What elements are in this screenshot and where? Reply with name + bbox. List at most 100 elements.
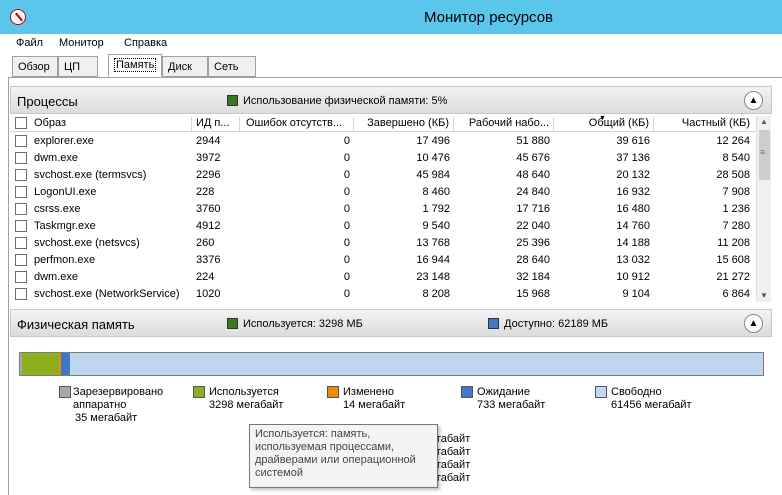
available-legend-swatch — [488, 318, 499, 329]
tab-network[interactable]: Сеть — [208, 56, 256, 77]
cell-working-set: 22 040 — [516, 220, 550, 232]
cell-private: 6 864 — [722, 288, 750, 300]
free-swatch — [595, 386, 607, 398]
row-checkbox[interactable] — [15, 271, 27, 283]
hidden-legend-text: габайт — [437, 446, 471, 458]
row-checkbox[interactable] — [15, 152, 27, 164]
menu-file[interactable]: Файл — [16, 37, 43, 49]
reserved-text-3: 35 мегабайт — [75, 412, 138, 424]
table-row[interactable]: explorer.exe 2944 0 17 496 51 880 39 616 12 26… — [10, 133, 756, 150]
reserved-swatch — [59, 386, 71, 398]
memory-segment-free[interactable] — [69, 353, 763, 375]
window-title: Монитор ресурсов — [423, 9, 554, 26]
cell-pid: 224 — [196, 271, 215, 283]
available-label: Доступно: 62189 МБ — [504, 318, 609, 330]
cell-hard-faults: 0 — [343, 237, 350, 249]
cell-commit: 1 792 — [422, 203, 450, 215]
row-checkbox[interactable] — [15, 135, 27, 147]
tab-memory[interactable]: Память — [108, 54, 162, 77]
cell-private: 12 264 — [716, 135, 750, 147]
cell-commit: 17 496 — [416, 135, 450, 147]
cell-private: 7 280 — [722, 220, 750, 232]
cell-working-set: 15 968 — [516, 288, 550, 300]
col-image[interactable]: Образ — [30, 117, 192, 131]
physical-memory-header[interactable]: Физическая память Используется: 3298 МБ … — [10, 309, 772, 337]
col-hard-faults[interactable]: Ошибок отсутств... — [242, 117, 354, 131]
cell-pid: 3972 — [196, 152, 221, 164]
table-row[interactable]: svchost.exe (termsvcs) 2296 0 45 984 48 640 2… — [10, 167, 756, 184]
tab-overview[interactable]: Обзор — [12, 56, 58, 77]
col-commit[interactable]: Завершено (КБ) — [354, 117, 454, 131]
col-private[interactable]: Частный (КБ) — [654, 117, 754, 131]
used-text-1: Используется — [209, 386, 279, 398]
cell-image: perfmon.exe — [34, 254, 96, 266]
cell-hard-faults: 0 — [343, 220, 350, 232]
table-row[interactable]: Taskmgr.exe 4912 0 9 540 22 040 14 760 7 280 — [10, 218, 756, 235]
collapse-memory-button[interactable]: ▲ — [744, 314, 763, 333]
select-all-checkbox[interactable] — [15, 117, 27, 129]
sort-desc-icon: ▼ — [599, 116, 606, 122]
row-checkbox[interactable] — [15, 186, 27, 198]
row-checkbox[interactable] — [15, 169, 27, 181]
cell-private: 8 540 — [722, 152, 750, 164]
processes-title: Процессы — [17, 94, 78, 109]
cell-commit: 8 208 — [422, 288, 450, 300]
row-checkbox[interactable] — [15, 288, 27, 300]
reserved-text-2: аппаратно — [73, 399, 127, 411]
menu-monitor[interactable]: Монитор — [59, 37, 104, 49]
table-row[interactable]: LogonUI.exe 228 0 8 460 24 840 16 932 7 908 — [10, 184, 756, 201]
cell-working-set: 48 640 — [516, 169, 550, 181]
table-row[interactable]: svchost.exe (NetworkService) 1020 0 8 208 15… — [10, 286, 756, 302]
cell-private: 21 272 — [716, 271, 750, 283]
cell-hard-faults: 0 — [343, 203, 350, 215]
table-row[interactable]: perfmon.exe 3376 0 16 944 28 640 13 032 15 608 — [10, 252, 756, 269]
cell-pid: 260 — [196, 237, 215, 249]
cell-shareable: 39 616 — [616, 135, 650, 147]
processes-scrollbar[interactable]: ▲ ≡ ▼ — [756, 116, 771, 302]
tab-disk[interactable]: Диск — [162, 56, 208, 77]
cell-hard-faults: 0 — [343, 254, 350, 266]
menu-help[interactable]: Справка — [124, 37, 167, 49]
cell-hard-faults: 0 — [343, 169, 350, 181]
cell-shareable: 16 480 — [616, 203, 650, 215]
row-checkbox[interactable] — [15, 203, 27, 215]
cell-working-set: 24 840 — [516, 186, 550, 198]
cell-commit: 10 476 — [416, 152, 450, 164]
cell-private: 15 608 — [716, 254, 750, 266]
table-row[interactable]: dwm.exe 3972 0 10 476 45 676 37 136 8 540 — [10, 150, 756, 167]
col-working-set[interactable]: Рабочий набо... — [454, 117, 554, 131]
table-row[interactable]: csrss.exe 3760 0 1 792 17 716 16 480 1 236 — [10, 201, 756, 218]
used-tooltip: Используется: память, используемая проце… — [249, 424, 438, 488]
cell-shareable: 9 104 — [622, 288, 650, 300]
cell-working-set: 51 880 — [516, 135, 550, 147]
memory-segment-standby[interactable] — [61, 353, 70, 375]
col-pid[interactable]: ИД п... — [192, 117, 240, 131]
scroll-down-icon[interactable]: ▼ — [760, 291, 768, 300]
cell-shareable: 37 136 — [616, 152, 650, 164]
cell-private: 1 236 — [722, 203, 750, 215]
cell-hard-faults: 0 — [343, 271, 350, 283]
modified-swatch — [327, 386, 339, 398]
tab-cpu[interactable]: ЦП — [58, 56, 98, 77]
row-checkbox[interactable] — [15, 220, 27, 232]
cell-working-set: 32 184 — [516, 271, 550, 283]
cell-commit: 23 148 — [416, 271, 450, 283]
cell-pid: 228 — [196, 186, 215, 198]
standby-swatch — [461, 386, 473, 398]
cell-shareable: 10 912 — [616, 271, 650, 283]
cell-image: Taskmgr.exe — [34, 220, 96, 232]
cell-commit: 16 944 — [416, 254, 450, 266]
row-checkbox[interactable] — [15, 237, 27, 249]
table-row[interactable]: svchost.exe (netsvcs) 260 0 13 768 25 396 14 … — [10, 235, 756, 252]
processes-header[interactable]: Процессы Использование физической памяти… — [10, 86, 772, 114]
row-checkbox[interactable] — [15, 254, 27, 266]
collapse-processes-button[interactable]: ▲ — [744, 91, 763, 110]
used-swatch — [193, 386, 205, 398]
table-row[interactable]: dwm.exe 224 0 23 148 32 184 10 912 21 272 — [10, 269, 756, 286]
processes-table: Образ ИД п... Ошибок отсутств... Заверше… — [10, 116, 756, 302]
table-header: Образ ИД п... Ошибок отсутств... Заверше… — [10, 116, 756, 132]
cell-pid: 2944 — [196, 135, 221, 147]
memory-segment-used[interactable] — [22, 353, 60, 375]
menu-bar: Файл Монитор Справка — [0, 34, 782, 54]
scroll-up-icon[interactable]: ▲ — [760, 117, 768, 126]
